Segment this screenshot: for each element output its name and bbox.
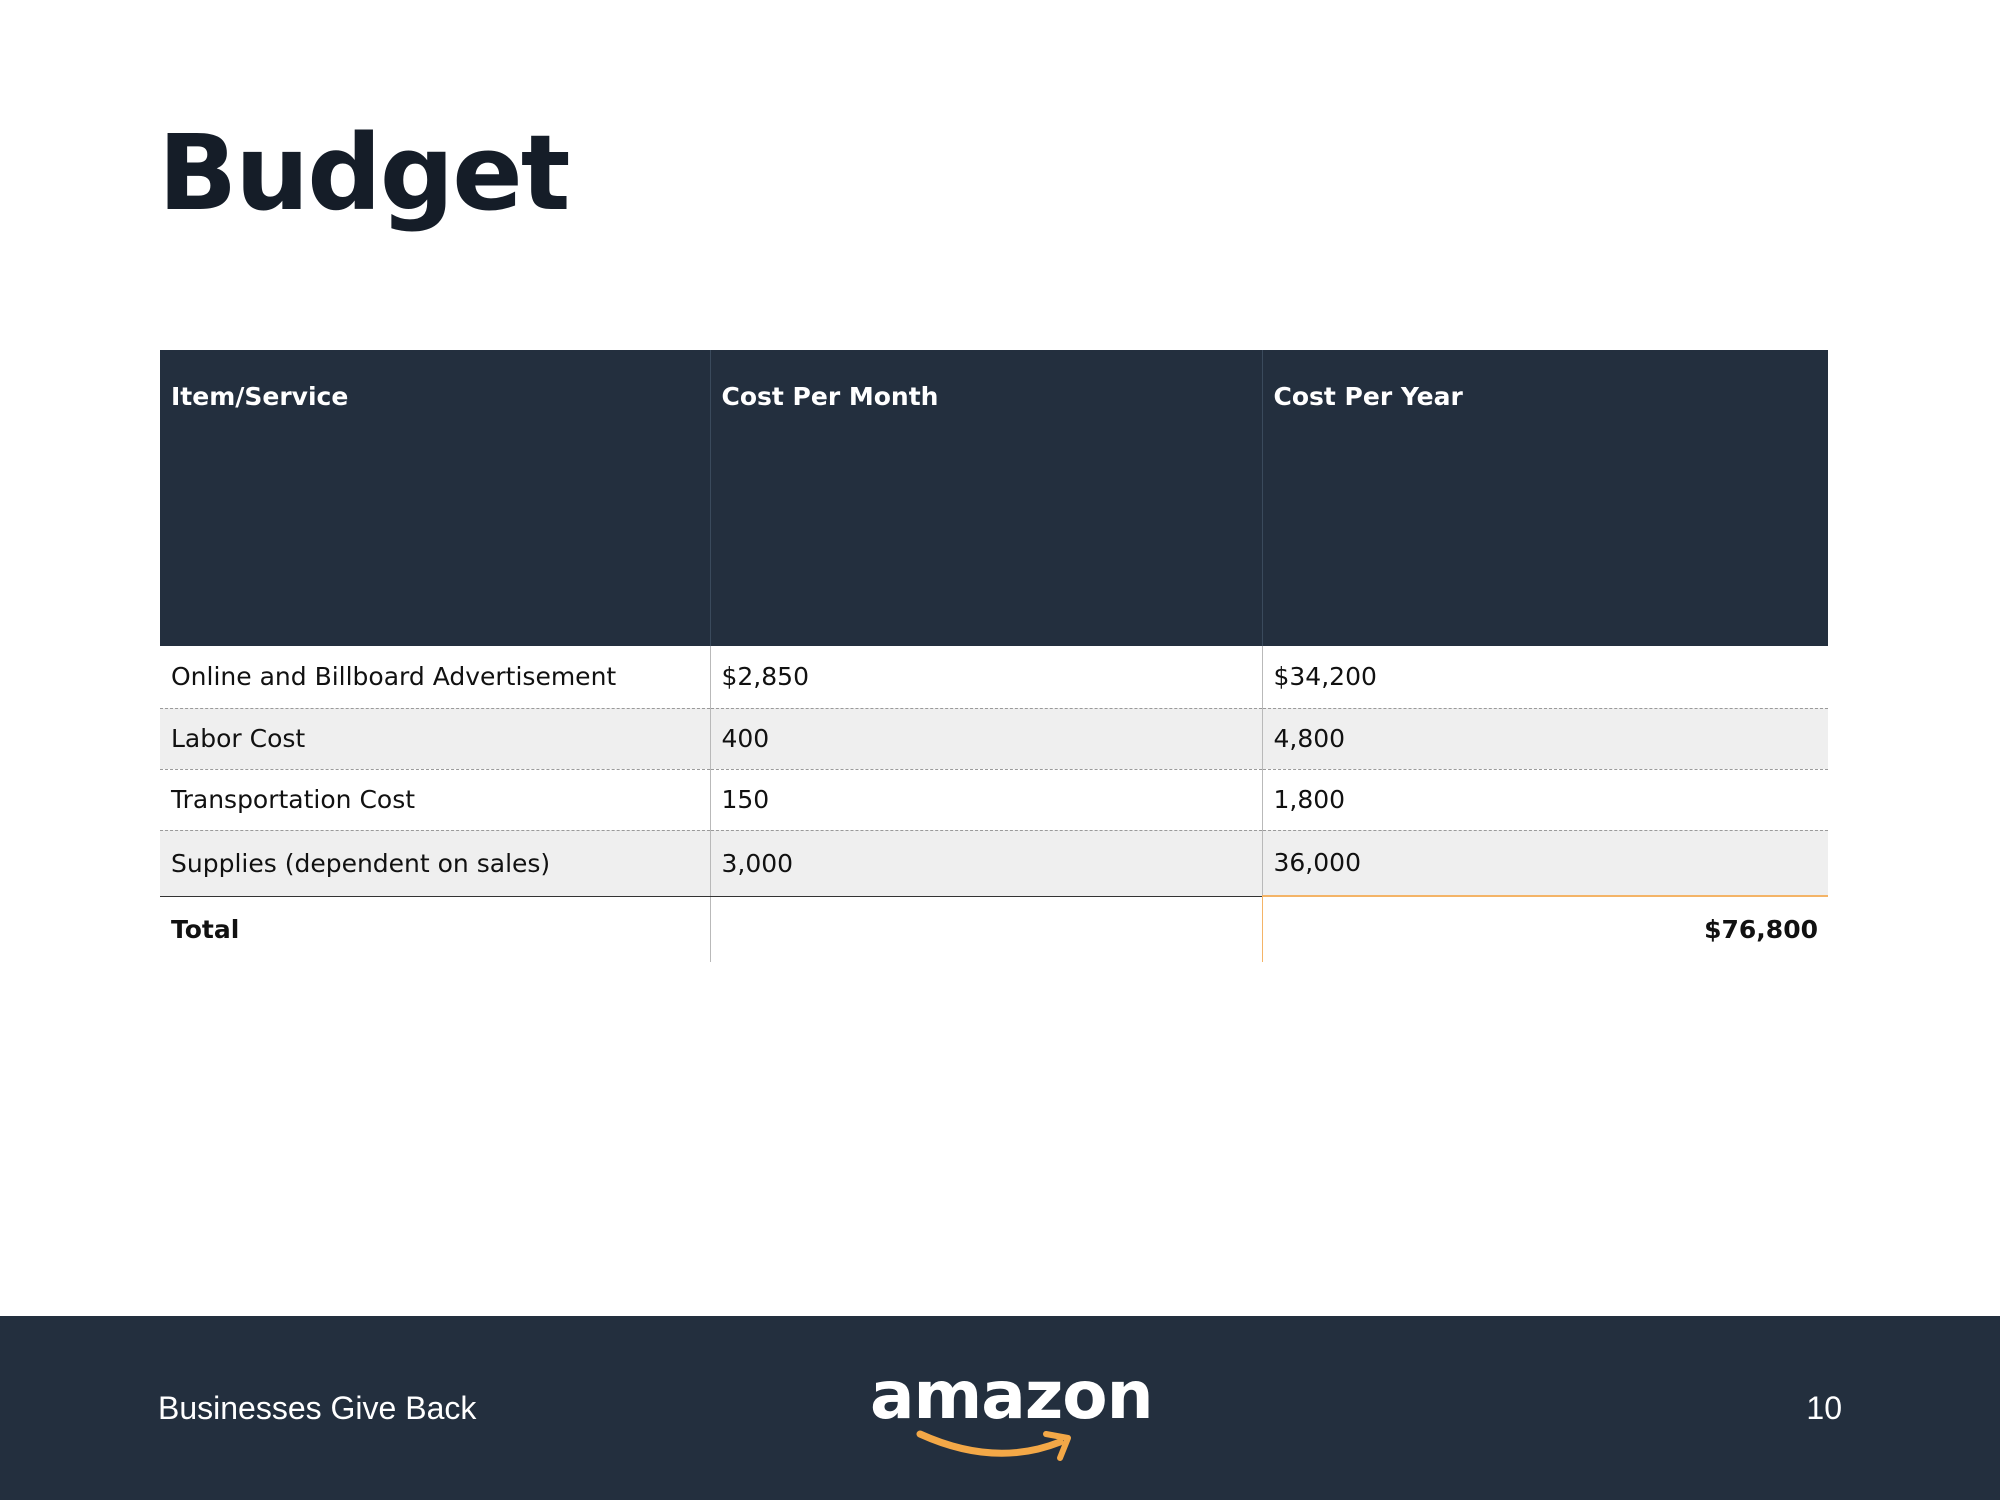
month-cost-cell: 150: [709, 769, 1262, 831]
column-header-item: Item/Service: [160, 350, 710, 646]
item-cell: Online and Billboard Advertisement: [160, 646, 710, 709]
year-cost-cell: $34,200: [1261, 646, 1828, 709]
item-cell: Transportation Cost: [160, 769, 710, 831]
column-header-cost-per-year: Cost Per Year: [1261, 350, 1828, 646]
table-header-row: Item/Service Cost Per Month Cost Per Yea…: [160, 350, 1828, 646]
month-cost-cell: 400: [709, 708, 1262, 770]
table-row: Supplies (dependent on sales) 3,000 36,0…: [160, 830, 1828, 897]
budget-table: Item/Service Cost Per Month Cost Per Yea…: [160, 350, 1828, 962]
table-row: Labor Cost 400 4,800: [160, 708, 1828, 770]
footer-bar: Businesses Give Back amazon 10: [0, 1316, 2000, 1500]
total-label: Total: [160, 896, 710, 962]
year-cost-cell: 4,800: [1261, 708, 1828, 770]
slide: Budget Item/Service Cost Per Month Cost …: [0, 0, 2000, 1500]
item-cell: Supplies (dependent on sales): [160, 830, 710, 897]
page-title: Budget: [158, 112, 570, 234]
month-cost-cell: $2,850: [709, 646, 1262, 709]
amazon-logo: amazon: [870, 1356, 1154, 1468]
item-cell: Labor Cost: [160, 708, 710, 770]
total-row: Total $76,800: [160, 895, 1828, 962]
total-year-value: $76,800: [1261, 895, 1828, 962]
year-cost-cell: 1,800: [1261, 769, 1828, 831]
column-header-cost-per-month: Cost Per Month: [709, 350, 1262, 646]
total-month-cell: [709, 896, 1262, 962]
table-row: Online and Billboard Advertisement $2,85…: [160, 646, 1828, 709]
footer-title: Businesses Give Back: [158, 1390, 477, 1426]
page-number: 10: [1806, 1390, 1842, 1426]
month-cost-cell: 3,000: [709, 830, 1262, 897]
amazon-smile-icon: [916, 1430, 1071, 1461]
table-row: Transportation Cost 150 1,800: [160, 769, 1828, 831]
year-cost-cell: 36,000: [1261, 830, 1828, 897]
